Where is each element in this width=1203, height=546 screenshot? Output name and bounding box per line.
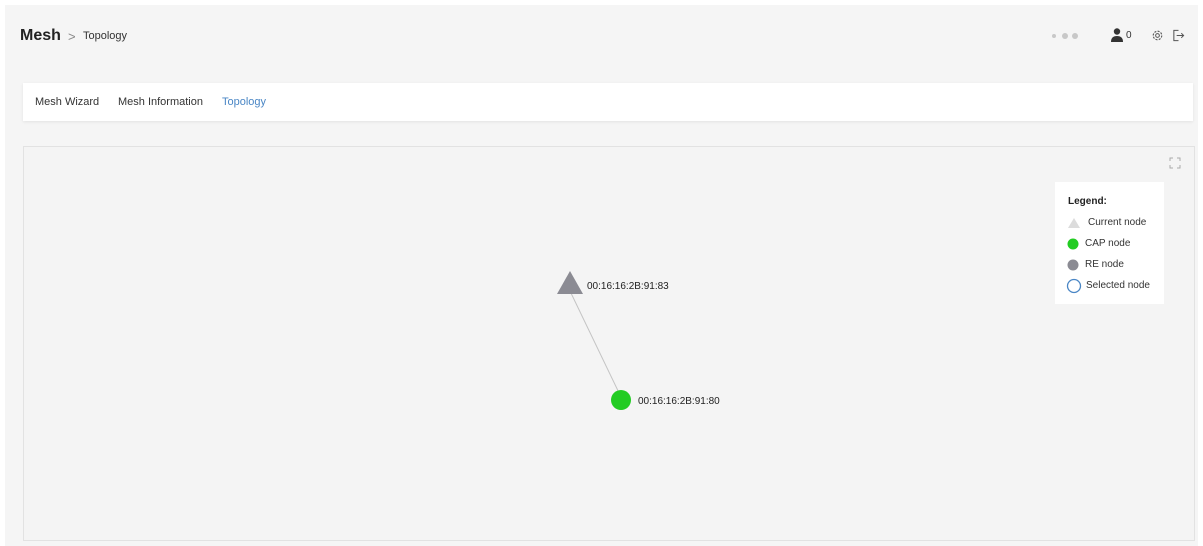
legend: Legend: Current node CAP node RE node Se… [1055, 182, 1164, 304]
triangle-icon [1068, 218, 1080, 228]
mesh-link [569, 290, 622, 398]
outline-circle-icon [1066, 278, 1082, 294]
legend-item-current-node: Current node [1067, 216, 1162, 230]
fullscreen-expand-icon[interactable] [1169, 157, 1181, 169]
header: Mesh > Topology 0 [5, 5, 1198, 65]
gear-icon[interactable] [1151, 29, 1164, 42]
topology-graph: 00:16:16:2B:91:83 00:16:16:2B:91:80 [557, 271, 720, 410]
re-node-triangle[interactable] [557, 271, 583, 294]
page: Mesh > Topology 0 Mesh Wizard Mesh Infor… [5, 5, 1198, 546]
legend-title: Legend: [1068, 196, 1107, 207]
breadcrumb-separator: > [68, 29, 76, 44]
user-count: 0 [1126, 30, 1132, 41]
topology-canvas[interactable]: 00:16:16:2B:91:83 00:16:16:2B:91:80 Lege… [23, 146, 1195, 541]
tab-mesh-information[interactable]: Mesh Information [118, 96, 203, 108]
green-circle-icon [1067, 238, 1079, 250]
node-label-re: 00:16:16:2B:91:83 [587, 281, 669, 292]
tab-bar: Mesh Wizard Mesh Information Topology [23, 83, 1193, 121]
user-icon[interactable] [1110, 27, 1124, 43]
breadcrumb-root[interactable]: Mesh [20, 27, 61, 45]
legend-item-selected-node: Selected node [1066, 278, 1162, 294]
gray-circle-icon [1067, 259, 1079, 271]
legend-item-re-node: RE node [1067, 258, 1162, 272]
tab-mesh-wizard[interactable]: Mesh Wizard [35, 96, 99, 108]
cap-node-circle[interactable] [611, 390, 631, 410]
node-label-cap: 00:16:16:2B:91:80 [638, 396, 720, 407]
logout-icon[interactable] [1172, 29, 1185, 42]
tab-topology[interactable]: Topology [222, 96, 266, 108]
status-dots-icon[interactable] [1052, 32, 1088, 40]
breadcrumb-current: Topology [83, 30, 128, 42]
legend-item-cap-node: CAP node [1067, 237, 1162, 251]
